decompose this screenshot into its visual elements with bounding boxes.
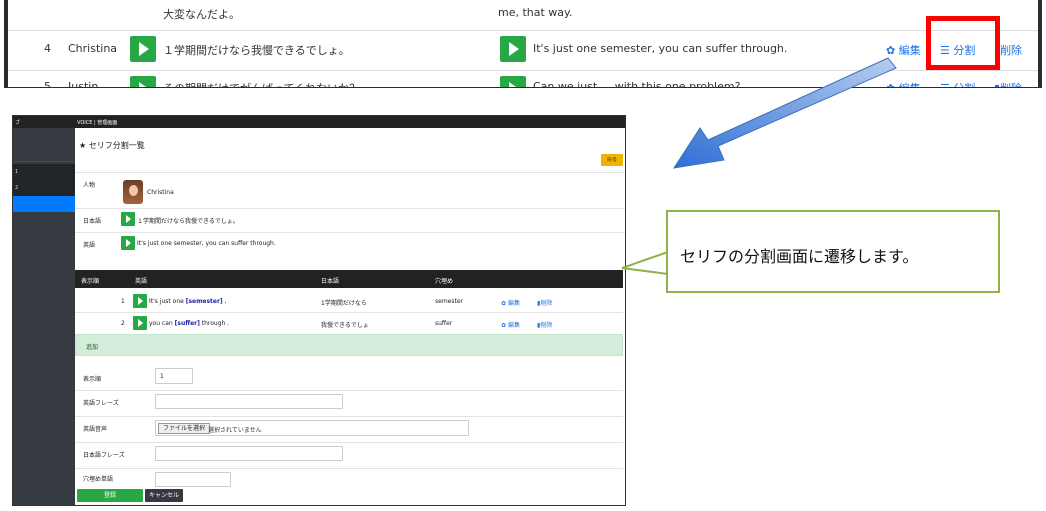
- divider: [75, 390, 623, 391]
- admin-sidebar: 1 2: [13, 128, 75, 505]
- en-sentence: It's just one semester, you can suffer t…: [137, 240, 276, 247]
- row-number: 4: [44, 42, 51, 55]
- sidebar-item[interactable]: 1: [13, 164, 75, 180]
- person-label: 人物: [83, 182, 96, 189]
- admin-title: VOICE | 管理画面: [77, 120, 118, 126]
- play-button[interactable]: [133, 316, 147, 330]
- register-button[interactable]: 登録: [77, 489, 143, 502]
- divider: [75, 442, 623, 443]
- admin-main: ★ セリフ分割一覧 戻る 人物 Christina 日本語 １学期間だけなら我慢…: [75, 128, 625, 505]
- page-title: ★ セリフ分割一覧: [79, 141, 145, 150]
- en-phrase-label: 英語フレーズ: [83, 400, 119, 407]
- divider: [75, 208, 625, 209]
- person-name: Justin: [68, 80, 99, 88]
- admin-topbar: ブ VOICE | 管理画面: [13, 116, 625, 128]
- play-en-button[interactable]: [121, 236, 135, 250]
- play-en-button[interactable]: [500, 36, 526, 62]
- play-jp-button[interactable]: [130, 36, 156, 62]
- jp-text: 大変なんだよ。: [163, 8, 240, 21]
- en-label: 英語: [83, 242, 96, 249]
- edit-link[interactable]: ✿ 編集: [501, 298, 520, 307]
- star-icon: ★: [79, 141, 87, 150]
- delete-link[interactable]: ▮削除: [537, 298, 552, 307]
- person-name: Christina: [147, 189, 174, 196]
- sidebar-item-active[interactable]: [13, 196, 75, 212]
- play-en-button[interactable]: [500, 76, 526, 87]
- person-name: Christina: [68, 42, 118, 55]
- sidebar-item[interactable]: 2: [13, 180, 75, 196]
- back-button[interactable]: 戻る: [601, 154, 623, 166]
- play-jp-button[interactable]: [130, 76, 156, 87]
- fill-word-label: 穴埋め単語: [83, 476, 114, 483]
- order-label: 表示順: [83, 376, 102, 383]
- callout-text: セリフの分割画面に遷移します。: [680, 247, 919, 266]
- jp-phrase-label: 日本語フレーズ: [83, 452, 125, 459]
- order-input[interactable]: 1: [155, 368, 193, 384]
- callout-pointer: [621, 250, 670, 276]
- divider: [75, 232, 625, 233]
- en-audio-label: 英語音声: [83, 426, 108, 433]
- callout-box: セリフの分割画面に遷移します。: [666, 210, 1000, 293]
- split-screen-preview: ブ VOICE | 管理画面 1 2 ★ セリフ分割一覧 戻る 人物 Chris…: [12, 115, 626, 506]
- row-number: 5: [44, 80, 51, 88]
- jp-label: 日本語: [83, 218, 102, 225]
- play-button[interactable]: [133, 294, 147, 308]
- divider: [75, 468, 623, 469]
- cancel-button[interactable]: キャンセル: [145, 489, 183, 502]
- edit-link[interactable]: ✿ 編集: [501, 320, 520, 329]
- avatar: [123, 180, 143, 204]
- sidebar-item[interactable]: [13, 148, 75, 162]
- jp-phrase-input[interactable]: [155, 446, 343, 461]
- delete-link[interactable]: ▮削除: [537, 320, 552, 329]
- divider: [75, 416, 623, 417]
- jp-text: １学期間だけなら我慢できるでしょ。: [163, 44, 350, 57]
- delete-link[interactable]: ▮削除: [994, 80, 1022, 87]
- play-jp-button[interactable]: [121, 212, 135, 226]
- divider: [75, 172, 625, 173]
- en-phrase-input[interactable]: [155, 394, 343, 409]
- jp-sentence: １学期間だけなら我慢できるでしょ。: [137, 218, 239, 225]
- table-row: 大変なんだよ。 me, that way.: [8, 0, 1038, 32]
- split-table-header: 表示順 英語 日本語 穴埋め: [75, 270, 623, 288]
- fill-word-input[interactable]: [155, 472, 231, 487]
- add-section-header: 追加: [75, 334, 623, 356]
- audio-file-input[interactable]: ファイルを選択 選択されていません: [155, 420, 469, 436]
- split-icon: ☰: [940, 82, 950, 87]
- choose-file-button[interactable]: ファイルを選択: [158, 423, 211, 434]
- highlight-box: [926, 16, 1000, 70]
- en-text: me, that way.: [498, 6, 573, 19]
- divider: [75, 312, 623, 313]
- split-link[interactable]: ☰ 分割: [940, 80, 975, 87]
- arrow-icon: [672, 57, 897, 169]
- jp-text: その期間だけでがんばってくれないか？: [163, 80, 360, 87]
